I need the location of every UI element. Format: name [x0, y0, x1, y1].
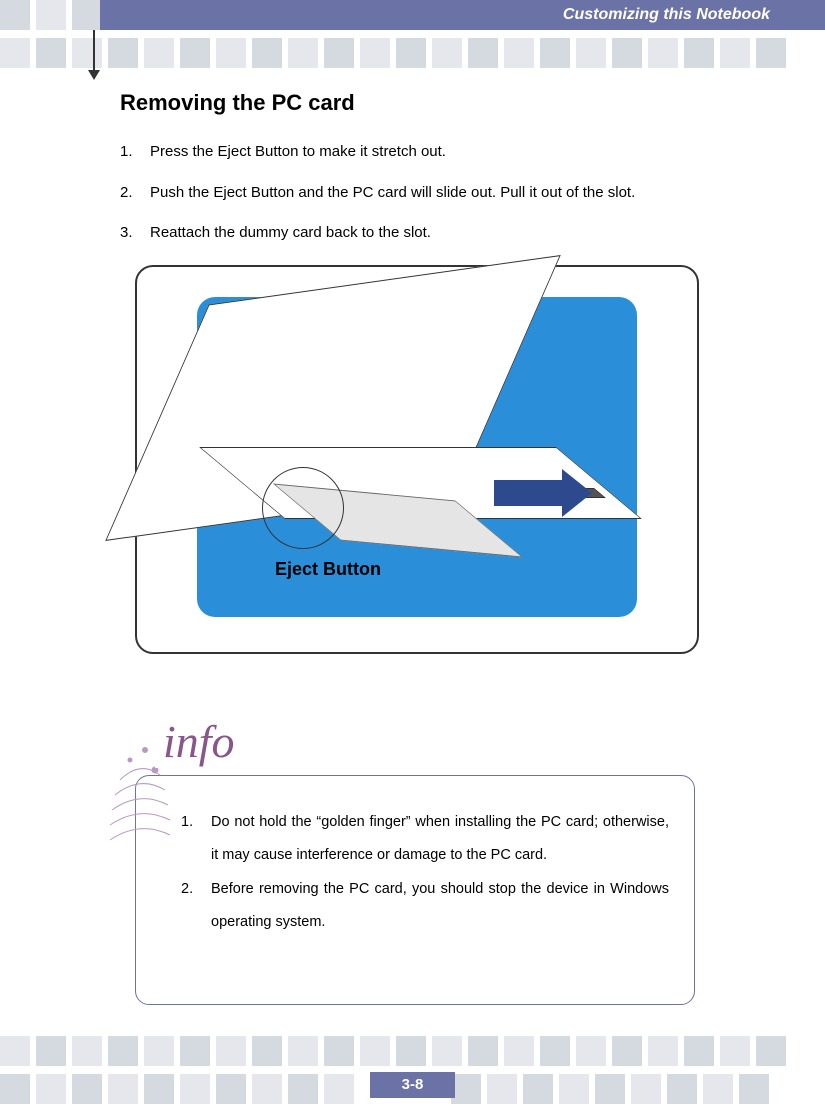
list-item: 1. Do not hold the “golden finger” when … — [181, 806, 669, 873]
instruction-list: 1. Press the Eject Button to make it str… — [120, 141, 770, 245]
page-number: 3-8 — [370, 1072, 455, 1098]
list-item: 2. Before removing the PC card, you shou… — [181, 873, 669, 940]
figure-illustration: Eject Button — [197, 297, 637, 617]
list-item: 2. Push the Eject Button and the PC card… — [120, 182, 770, 205]
down-arrow-icon — [88, 70, 100, 80]
arrow-right-icon — [494, 469, 592, 517]
info-note-box: 1. Do not hold the “golden finger” when … — [135, 775, 695, 1005]
figure-callout: Eject Button — [275, 559, 381, 580]
eject-button-highlight — [262, 467, 344, 549]
figure-frame: Eject Button — [135, 265, 699, 654]
section-heading: Removing the PC card — [120, 90, 770, 116]
chapter-header: Customizing this Notebook — [100, 0, 825, 30]
list-item: 3. Reattach the dummy card back to the s… — [120, 222, 770, 245]
chapter-title: Customizing this Notebook — [563, 6, 770, 23]
info-heading: info — [155, 715, 243, 768]
list-item: 1. Press the Eject Button to make it str… — [120, 141, 770, 164]
